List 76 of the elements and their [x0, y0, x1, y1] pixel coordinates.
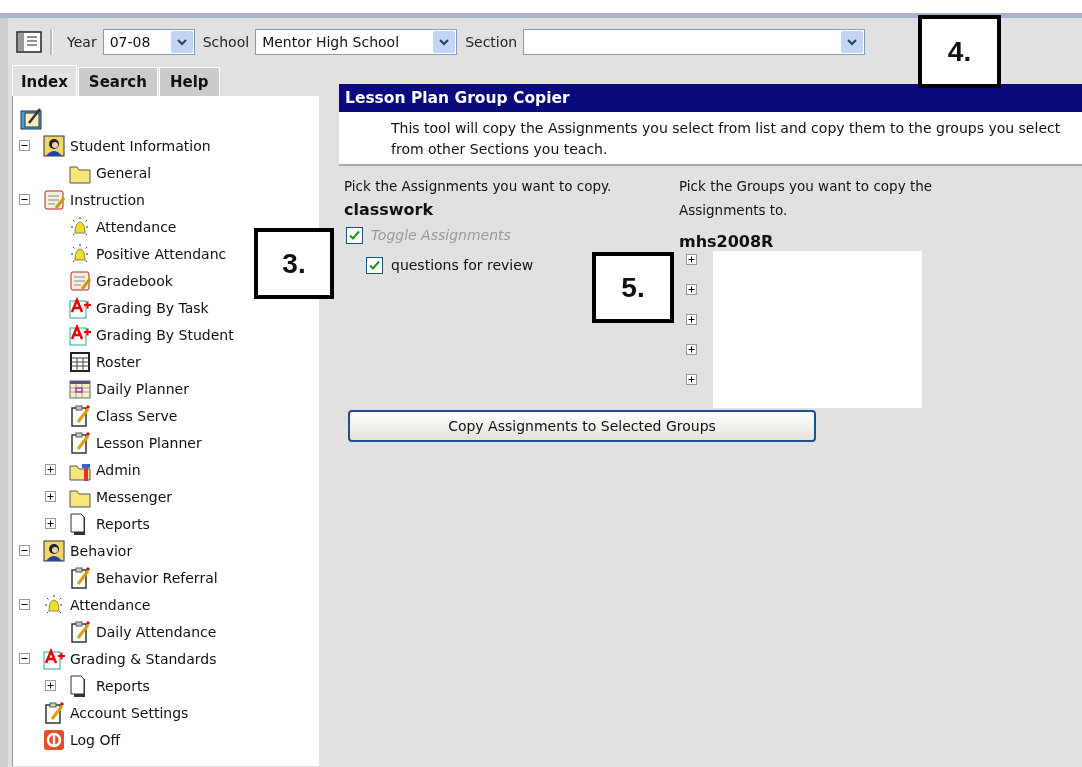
collapse-toggle[interactable] — [19, 140, 30, 151]
tree-item[interactable]: Attendance — [70, 596, 151, 613]
grade-icon — [42, 646, 66, 671]
notebook-icon — [68, 268, 92, 293]
checkbox-label: questions for review — [391, 257, 534, 273]
section-heading: mhs2008R — [679, 232, 775, 251]
clipboard-icon — [68, 403, 92, 428]
instruction-text: Pick the Groups you want to copy the Assignments to. — [679, 177, 934, 220]
expand-toggle[interactable] — [686, 374, 697, 385]
instruction-text: Pick the Assignments you want to copy. — [344, 177, 613, 196]
tree-item[interactable]: Daily Attendance — [96, 623, 217, 640]
expand-toggle[interactable] — [686, 254, 697, 265]
tree-item[interactable]: Grading & Standards — [70, 650, 217, 667]
tree-item[interactable]: Class Serve — [96, 407, 178, 424]
expand-toggle[interactable] — [45, 464, 56, 475]
collapse-toggle[interactable] — [19, 545, 30, 556]
expand-toggle[interactable] — [686, 284, 697, 295]
tree-item[interactable]: Gradebook — [96, 272, 173, 289]
description-text: This tool will copy the Assignments you select from list and copy them to the groups you select from other Sections you teach. — [391, 119, 1062, 159]
tree-item[interactable]: Instruction — [70, 191, 145, 208]
tree-item[interactable]: Reports — [96, 515, 150, 532]
dropdown[interactable]: Mentor High School — [255, 29, 458, 55]
callout-label: 3. — [254, 228, 334, 299]
clipboard-icon — [68, 430, 92, 455]
checkbox[interactable] — [366, 256, 383, 274]
category-heading: classwork — [344, 200, 435, 219]
tree-item[interactable]: Account Settings — [70, 704, 189, 721]
expand-toggle[interactable] — [686, 314, 697, 325]
grade-icon — [68, 322, 92, 347]
tree-item[interactable]: Messenger — [96, 488, 173, 505]
dropdown[interactable] — [523, 29, 866, 55]
tree-item[interactable]: Lesson Planner — [96, 434, 202, 451]
collapse-toggle[interactable] — [19, 599, 30, 610]
field-label: School — [202, 34, 250, 50]
tab[interactable]: Index — [12, 65, 77, 96]
tree-item[interactable]: Grading By Task — [96, 299, 209, 316]
clipboard-icon — [68, 619, 92, 644]
expand-toggle[interactable] — [45, 680, 56, 691]
tree-item[interactable]: Log Off — [70, 731, 121, 748]
tree-item[interactable]: Behavior — [70, 542, 133, 559]
clipboard-icon — [68, 565, 92, 590]
callout-label: 5. — [592, 252, 674, 323]
panel-title: Lesson Plan Group Copier — [339, 84, 1082, 112]
tab[interactable]: Help — [158, 67, 220, 96]
person-icon — [42, 538, 66, 563]
dropdown[interactable]: 07-08 — [102, 29, 195, 55]
tree-item[interactable]: Attendance — [96, 218, 177, 235]
person-icon — [42, 133, 66, 158]
field-label: Section — [465, 34, 518, 50]
clipboard-icon — [42, 700, 66, 725]
power-icon — [42, 727, 66, 752]
field-label: Year — [67, 34, 97, 50]
tree-item[interactable]: Admin — [96, 461, 141, 478]
tree-item[interactable]: Reports — [96, 677, 150, 694]
grade-icon — [68, 295, 92, 320]
expand-toggle[interactable] — [45, 518, 56, 529]
table-icon — [68, 349, 92, 374]
notebook-icon — [42, 187, 66, 212]
collapse-toggle[interactable] — [19, 194, 30, 205]
expand-toggle[interactable] — [686, 344, 697, 355]
tree-item[interactable]: Positive Attendanc — [96, 245, 227, 262]
sidebar-toggle-icon[interactable] — [16, 31, 42, 53]
tree-item[interactable]: Roster — [96, 353, 141, 370]
tree-item[interactable]: General — [96, 164, 152, 181]
expand-toggle[interactable] — [45, 491, 56, 502]
tree-item[interactable]: Student Information — [70, 137, 211, 154]
tree-item[interactable]: Behavior Referral — [96, 569, 218, 586]
checkbox[interactable] — [346, 226, 363, 244]
tree-item[interactable]: Grading By Student — [96, 326, 234, 343]
checkbox-label: Toggle Assignments — [371, 227, 511, 243]
tree-item[interactable]: Daily Planner — [96, 380, 189, 397]
collapse-toggle[interactable] — [19, 653, 30, 664]
notepad-icon — [19, 106, 45, 131]
callout-label: 4. — [918, 15, 1001, 88]
copy-button[interactable]: Copy Assignments to Selected Groups — [348, 410, 816, 442]
tab[interactable]: Search — [77, 67, 158, 96]
